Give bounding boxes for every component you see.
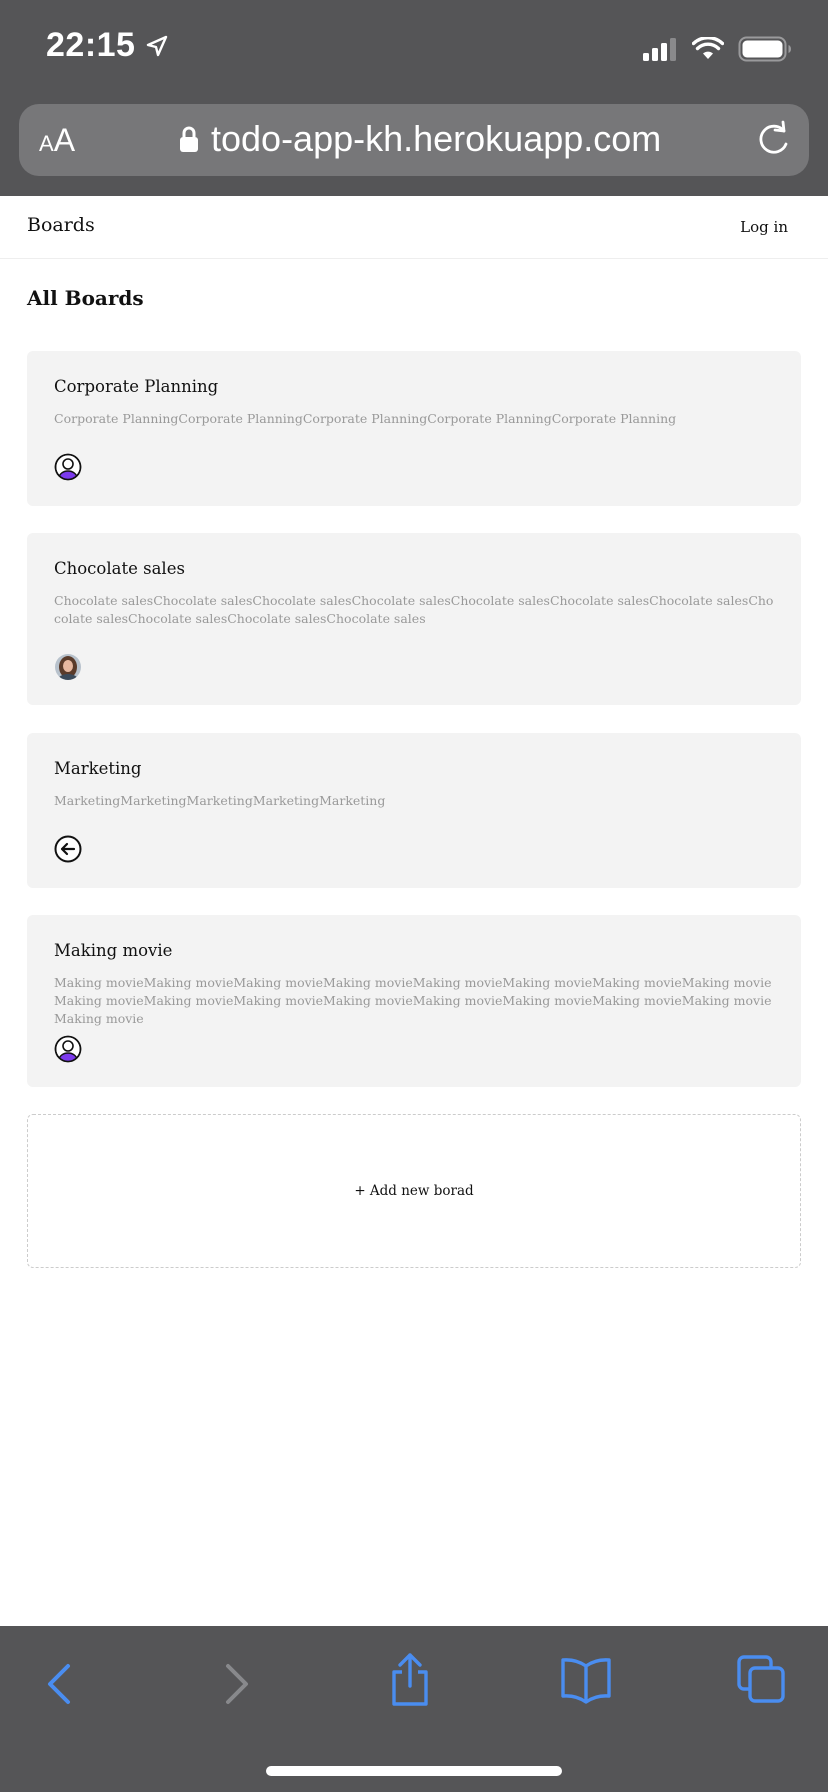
board-card-making-movie[interactable]: Making movie Making movieMaking movieMak…: [27, 915, 801, 1087]
board-description: Making movieMaking movieMaking movieMaki…: [54, 975, 772, 1026]
location-arrow-icon: [147, 35, 168, 56]
reload-icon[interactable]: [753, 120, 793, 160]
tabs-icon[interactable]: [736, 1654, 786, 1704]
status-time-text: 22:15: [46, 26, 136, 64]
board-description: MarketingMarketingMarketingMarketingMark…: [54, 793, 386, 808]
bookmarks-icon[interactable]: [560, 1656, 612, 1704]
home-indicator: [266, 1766, 562, 1776]
board-title: Chocolate sales: [54, 559, 185, 578]
text-size-small-label: A: [39, 131, 54, 156]
browser-chrome: 22:15 AA todo-app-kh.herokuapp.com: [0, 0, 828, 196]
status-time: 22:15: [46, 26, 169, 65]
brand-link[interactable]: Boards: [27, 214, 95, 236]
browser-toolbar: [0, 1626, 828, 1792]
battery-icon: [738, 36, 791, 62]
url-text: todo-app-kh.herokuapp.com: [211, 118, 662, 159]
user-photo-avatar: [54, 653, 82, 681]
login-button[interactable]: Log in: [740, 218, 788, 236]
user-avatar-icon: [54, 1035, 82, 1063]
text-size-button[interactable]: AA: [39, 122, 75, 159]
board-title: Making movie: [54, 941, 173, 960]
back-icon[interactable]: [42, 1660, 78, 1708]
board-title: Marketing: [54, 759, 142, 778]
share-icon[interactable]: [388, 1652, 432, 1708]
wifi-icon: [692, 37, 724, 59]
arrow-left-circle-icon: [54, 835, 82, 863]
url-display[interactable]: todo-app-kh.herokuapp.com: [179, 118, 661, 160]
address-bar[interactable]: AA todo-app-kh.herokuapp.com: [19, 104, 809, 176]
add-board-button[interactable]: + Add new borad: [27, 1114, 801, 1268]
board-description: Corporate PlanningCorporate PlanningCorp…: [54, 411, 677, 426]
forward-icon[interactable]: [218, 1660, 254, 1708]
board-description: Chocolate salesChocolate salesChocolate …: [54, 593, 774, 626]
user-avatar-icon: [54, 453, 82, 481]
status-icons: [642, 36, 792, 62]
page-title: All Boards: [27, 286, 144, 310]
text-size-big-label: A: [53, 122, 76, 158]
board-card-marketing[interactable]: Marketing MarketingMarketingMarketingMar…: [27, 733, 801, 888]
board-card-chocolate-sales[interactable]: Chocolate sales Chocolate salesChocolate…: [27, 533, 801, 705]
board-title: Corporate Planning: [54, 377, 219, 396]
lock-icon: [180, 126, 198, 152]
board-card-corporate-planning[interactable]: Corporate Planning Corporate PlanningCor…: [27, 351, 801, 506]
signal-icon: [643, 38, 676, 61]
app-header: Boards Log in: [0, 196, 828, 259]
